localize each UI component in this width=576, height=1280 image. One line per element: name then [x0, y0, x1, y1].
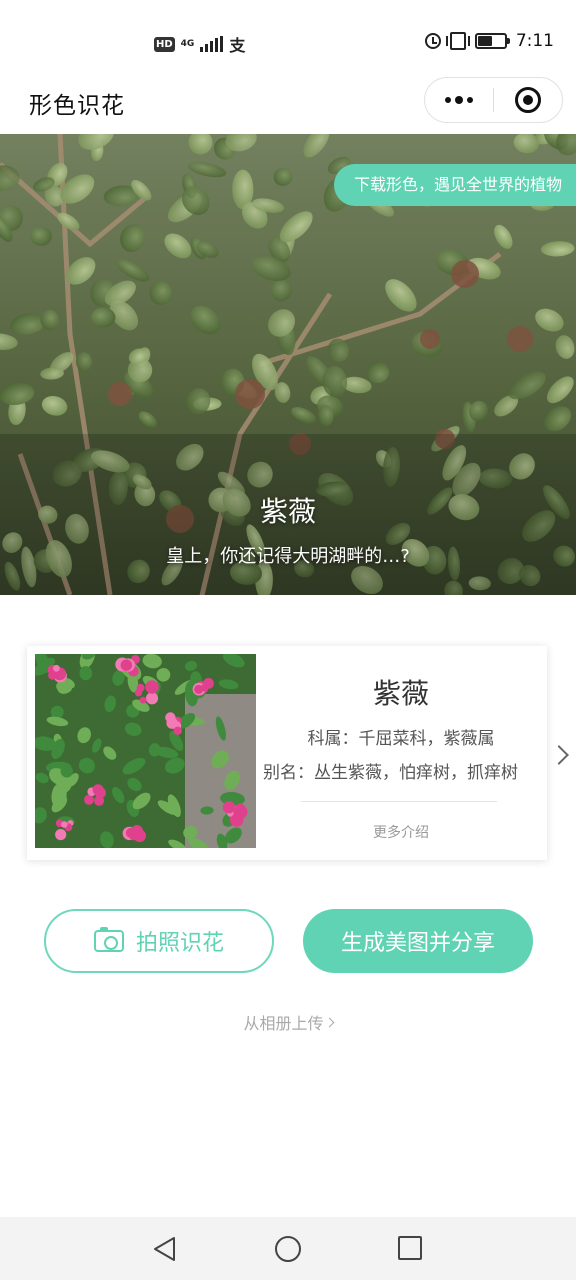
more-intro-link[interactable]: 更多介绍 — [259, 822, 543, 842]
more-dots-icon — [455, 96, 463, 104]
plant-info: 紫薇 科属：千屈菜科，紫薇属 别名：丛生紫薇，怕痒树，抓痒树 更多介绍 — [259, 646, 543, 860]
system-navigation-bar — [0, 1217, 576, 1280]
more-dots-icon — [467, 97, 473, 103]
alarm-icon — [424, 33, 441, 49]
flower-shape — [94, 787, 106, 799]
take-photo-button[interactable]: 拍照识花 — [44, 909, 274, 973]
status-time: 7:11 — [515, 31, 554, 51]
flower-shape — [125, 827, 136, 838]
upload-from-album-label: 从相册上传 — [243, 1014, 324, 1033]
flower-shape — [145, 692, 159, 705]
hero-quote: 皇上，你还记得大明湖畔的…? — [166, 546, 410, 567]
plant-name: 紫薇 — [372, 677, 429, 710]
flower-shape — [139, 696, 147, 704]
status-right: 7:11 — [424, 31, 554, 51]
battery-fill — [477, 36, 492, 46]
target-circle-icon — [515, 87, 541, 113]
vibrate-icon — [445, 32, 470, 50]
plant-result-card[interactable]: 紫薇 科属：千屈菜科，紫薇属 别名：丛生紫薇，怕痒树，抓痒树 更多介绍 — [27, 646, 547, 860]
generate-share-button[interactable]: 生成美图并分享 — [303, 909, 533, 973]
flower-shape — [200, 684, 208, 692]
next-arrow-icon[interactable] — [549, 745, 569, 765]
page-title: 形色识花 — [29, 93, 125, 119]
flower-shape — [173, 726, 182, 735]
hero-banner[interactable]: 下载形色，遇见全世界的植物 紫薇 皇上，你还记得大明湖畔的…? — [0, 134, 576, 595]
plant-family: 科属：千屈菜科，紫薇属 — [307, 729, 495, 749]
take-photo-label: 拍照识花 — [135, 931, 224, 956]
close-button[interactable] — [494, 78, 562, 122]
upload-from-album-link[interactable]: 从相册上传 — [0, 1010, 576, 1034]
signal-icon — [200, 36, 224, 52]
card-divider — [301, 801, 497, 802]
more-button[interactable] — [425, 78, 493, 122]
home-icon[interactable] — [275, 1236, 301, 1262]
network-type: 4G — [180, 38, 195, 49]
flower-shape — [53, 664, 60, 672]
flower-shape — [145, 680, 159, 694]
flower-shape — [236, 803, 245, 812]
recent-apps-icon[interactable] — [398, 1236, 422, 1260]
flower-shape — [55, 829, 67, 841]
flower-shape — [84, 794, 94, 805]
flower-shape — [61, 821, 68, 828]
generate-share-label: 生成美图并分享 — [340, 931, 495, 956]
status-left: HD 4G 支 — [154, 32, 245, 56]
battery-icon — [474, 33, 510, 49]
flower-shape — [136, 683, 145, 692]
back-icon[interactable] — [152, 1236, 178, 1262]
plant-alias: 别名：丛生紫薇，怕痒树，抓痒树 — [263, 763, 518, 783]
hd-badge: HD — [154, 36, 175, 52]
capsule-menu — [424, 77, 563, 123]
mini-program-header: 形色识花 — [0, 70, 576, 134]
camera-icon — [93, 927, 124, 952]
alipay-icon: 支 — [229, 36, 246, 55]
plant-thumbnail — [35, 654, 256, 848]
hero-plant-name: 紫薇 — [259, 495, 316, 528]
download-app-banner[interactable]: 下载形色，遇见全世界的植物 — [333, 164, 576, 206]
status-bar: HD 4G 支 7:11 — [0, 0, 576, 70]
flower-shape — [222, 801, 236, 814]
more-dots-icon — [445, 97, 451, 103]
chevron-right-icon — [324, 1017, 334, 1028]
flower-shape — [120, 659, 132, 671]
